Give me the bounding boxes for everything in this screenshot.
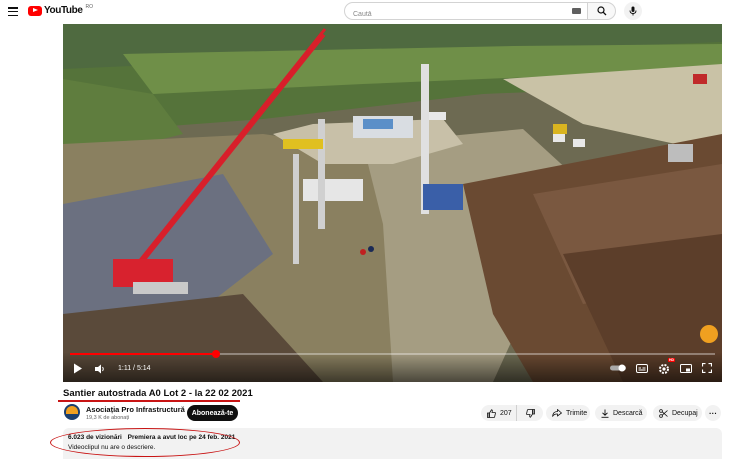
share-icon	[552, 409, 562, 417]
channel-avatar[interactable]	[64, 404, 80, 420]
play-icon[interactable]	[73, 363, 83, 374]
masthead: YouTube RO	[0, 0, 732, 24]
like-count: 207	[500, 409, 512, 417]
hd-badge: HD	[667, 358, 675, 362]
logo-region: RO	[85, 3, 94, 10]
subscriber-count: 19,3 K de abonați	[86, 415, 130, 421]
settings-icon	[659, 364, 669, 374]
progress-bar[interactable]	[70, 350, 715, 358]
keyboard-icon[interactable]	[572, 8, 581, 14]
download-button[interactable]: Descarcă	[595, 405, 647, 421]
video-frame	[63, 24, 722, 382]
like-button[interactable]: 207	[481, 405, 517, 421]
scissors-icon	[659, 408, 668, 418]
time-display: 1:11 / 5:14	[118, 365, 151, 372]
like-dislike-group: 207	[481, 405, 543, 421]
progress-played	[70, 353, 216, 355]
video-title: Santier autostrada A0 Lot 2 - la 22 02 2…	[63, 388, 253, 399]
mic-icon	[629, 6, 637, 16]
download-label: Descarcă	[613, 409, 643, 417]
description-annotation-ellipse	[50, 428, 240, 457]
youtube-logo[interactable]: YouTube RO	[28, 3, 94, 16]
more-actions-button[interactable]: ···	[705, 405, 721, 421]
thumbs-up-icon	[487, 408, 496, 418]
fullscreen-icon[interactable]	[702, 363, 712, 373]
youtube-play-icon	[28, 5, 42, 16]
search-box	[344, 2, 588, 23]
search-input[interactable]	[345, 6, 545, 23]
clip-label: Decupaj	[672, 409, 698, 417]
voice-search-button[interactable]	[624, 2, 642, 20]
clip-button[interactable]: Decupaj	[653, 405, 702, 421]
controls-right: HD	[610, 358, 712, 374]
subscribe-button[interactable]: Abonează-te	[187, 405, 238, 421]
subtitles-icon[interactable]	[636, 363, 648, 373]
video-player[interactable]: 1:11 / 5:14 HD	[63, 24, 722, 382]
logo-text: YouTube	[44, 5, 83, 16]
miniplayer-icon[interactable]	[680, 363, 692, 373]
menu-icon[interactable]	[8, 7, 18, 16]
dislike-button[interactable]	[517, 405, 543, 421]
search-icon	[596, 6, 606, 16]
title-annotation-underline	[58, 400, 240, 402]
thumbs-down-icon	[525, 408, 535, 418]
download-icon	[601, 409, 609, 418]
autoplay-icon[interactable]	[610, 364, 626, 372]
controls-left: 1:11 / 5:14	[73, 363, 151, 374]
volume-icon[interactable]	[95, 364, 106, 374]
settings-button[interactable]: HD	[658, 358, 675, 374]
share-button[interactable]: Trimite	[546, 405, 590, 421]
progress-scrubber[interactable]	[211, 350, 220, 358]
search-button[interactable]	[588, 2, 616, 20]
share-label: Trimite	[566, 409, 588, 417]
channel-name[interactable]: Asociația Pro Infrastructură	[86, 405, 185, 414]
